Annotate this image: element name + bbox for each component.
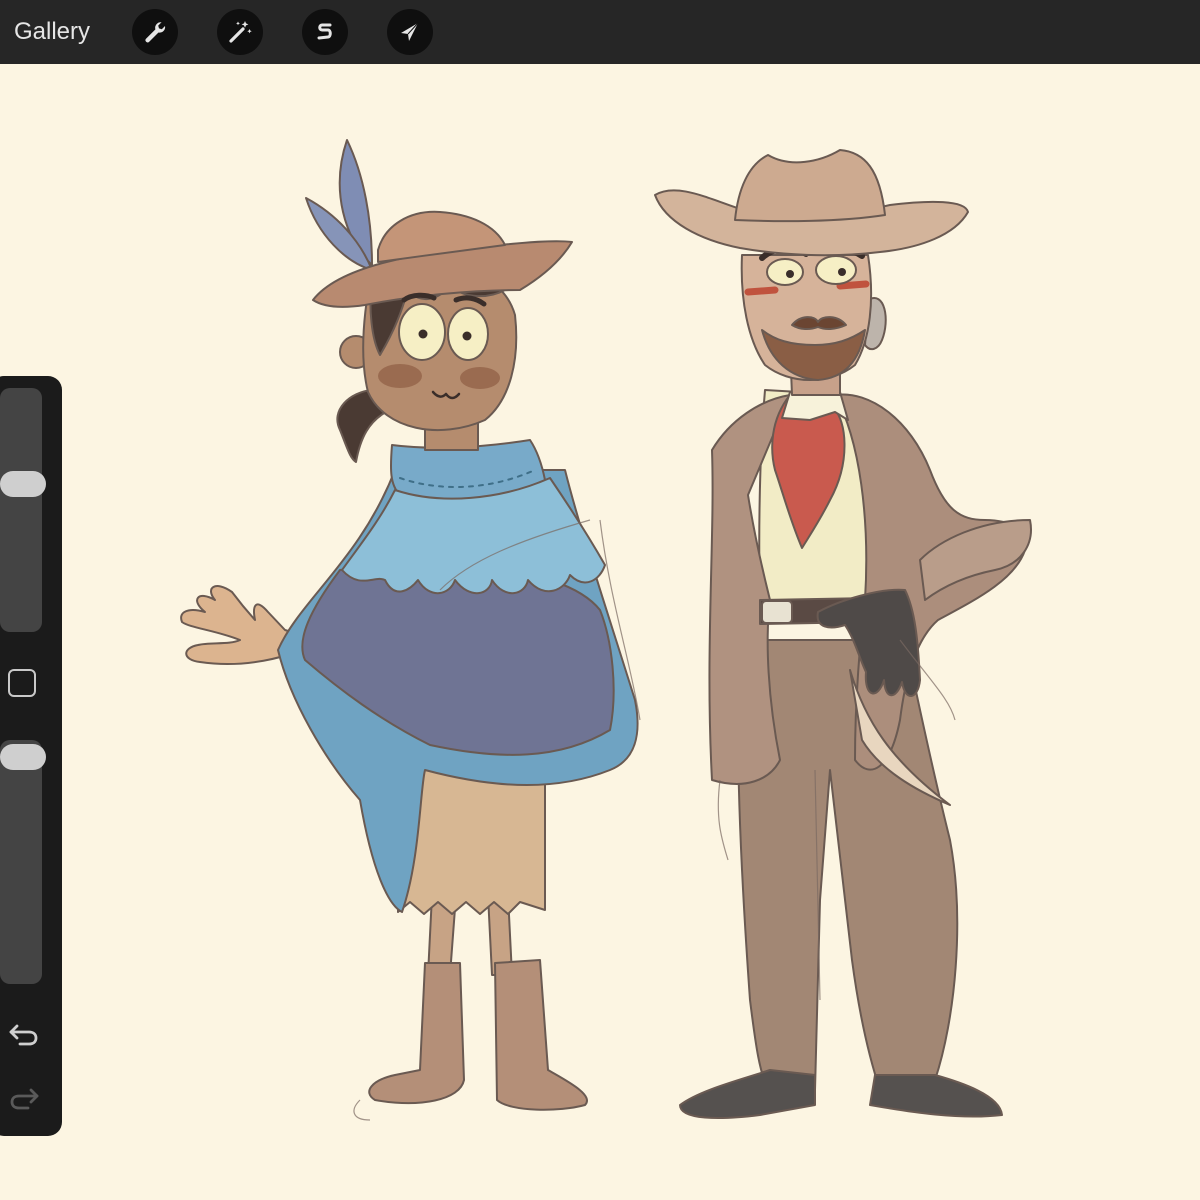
pupil bbox=[462, 331, 472, 341]
actions-button[interactable] bbox=[132, 9, 178, 55]
eye bbox=[815, 255, 857, 285]
gallery-button[interactable]: Gallery bbox=[14, 17, 90, 47]
redo-icon[interactable] bbox=[8, 1084, 40, 1112]
face-paint bbox=[836, 280, 870, 290]
boot bbox=[368, 962, 465, 1105]
opacity-slider[interactable] bbox=[0, 740, 46, 984]
hat-crown bbox=[734, 149, 886, 223]
drawing-canvas[interactable] bbox=[0, 64, 1200, 1200]
belt-buckle bbox=[761, 600, 793, 624]
adjustments-button[interactable] bbox=[217, 9, 263, 55]
boot bbox=[494, 959, 588, 1111]
blush bbox=[460, 367, 500, 389]
pupil bbox=[786, 270, 794, 278]
wrench-icon bbox=[145, 22, 166, 43]
top-toolbar: Gallery bbox=[0, 0, 1200, 64]
eye bbox=[766, 258, 804, 286]
transform-button[interactable] bbox=[387, 9, 433, 55]
left-sidebar bbox=[0, 376, 62, 1136]
artwork bbox=[180, 139, 1032, 1121]
modify-button[interactable] bbox=[8, 669, 36, 697]
brush-size-slider[interactable] bbox=[0, 388, 46, 632]
selection-button[interactable] bbox=[302, 9, 348, 55]
opacity-slider-thumb[interactable] bbox=[0, 744, 46, 770]
arrow-cursor-icon bbox=[401, 22, 419, 41]
shoe bbox=[679, 1069, 816, 1119]
pupil bbox=[418, 329, 428, 339]
pupil bbox=[838, 268, 846, 276]
shoe bbox=[869, 1074, 1003, 1118]
blush bbox=[378, 364, 422, 388]
brush-size-slider-thumb[interactable] bbox=[0, 471, 46, 497]
magic-wand-icon bbox=[229, 21, 252, 43]
undo-icon[interactable] bbox=[8, 1020, 40, 1048]
face-paint bbox=[744, 286, 779, 296]
selection-s-icon bbox=[317, 23, 332, 40]
